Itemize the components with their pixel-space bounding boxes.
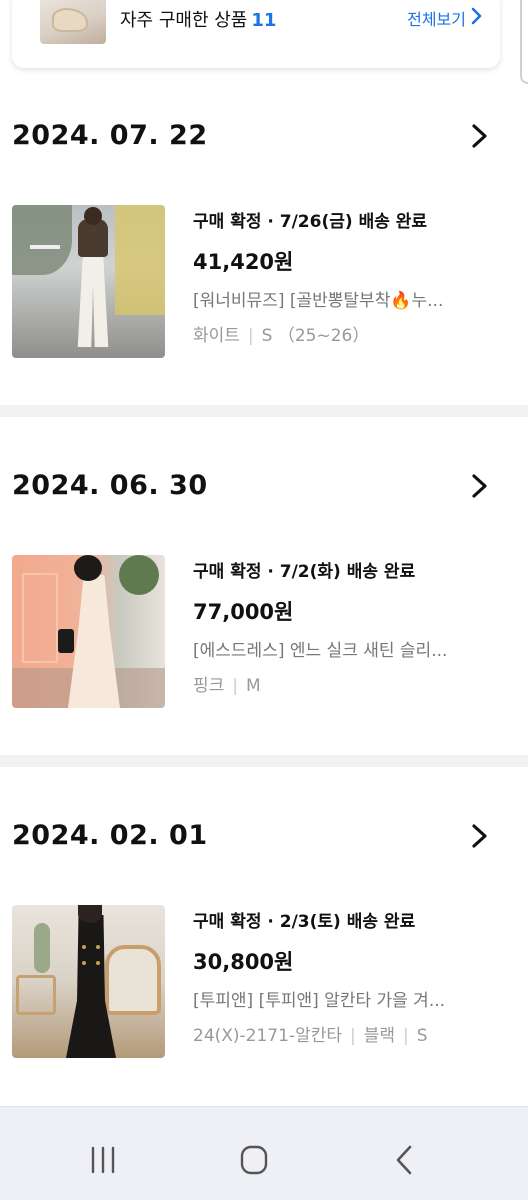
order-price: 77,000원 bbox=[193, 600, 294, 624]
section-divider bbox=[0, 405, 528, 417]
product-options: 화이트 | S （25~26） bbox=[193, 326, 370, 346]
chevron-right-icon[interactable] bbox=[470, 472, 490, 500]
order-date: 2024. 07. 22 bbox=[12, 120, 208, 151]
order-group: 2024. 07. 22 구매 확정 · 7/26(금) 배송 완료 41,42… bbox=[0, 84, 528, 404]
chevron-right-icon[interactable] bbox=[470, 822, 490, 850]
order-status: 구매 확정 · 2/3(토) 배송 완료 bbox=[193, 912, 416, 932]
order-status: 구매 확정 · 7/2(화) 배송 완료 bbox=[193, 562, 416, 582]
section-divider bbox=[0, 755, 528, 767]
frequent-products-count: 11 bbox=[251, 10, 277, 31]
product-image[interactable] bbox=[12, 905, 165, 1058]
order-price: 41,420원 bbox=[193, 250, 294, 274]
system-navigation-bar bbox=[0, 1106, 528, 1200]
order-date: 2024. 02. 01 bbox=[12, 820, 208, 851]
order-date: 2024. 06. 30 bbox=[12, 470, 208, 501]
order-info[interactable]: 구매 확정 · 7/2(화) 배송 완료 77,000원 [에스드레스] 엔느 … bbox=[193, 557, 493, 696]
order-group: 2024. 06. 30 구매 확정 · 7/2(화) 배송 완료 77,000… bbox=[0, 417, 528, 753]
product-options: 24(X)-2171-알칸타 | 블랙 | S bbox=[193, 1026, 428, 1046]
product-options: 핑크 | M bbox=[193, 676, 261, 696]
recent-apps-icon[interactable] bbox=[83, 1143, 123, 1177]
product-image[interactable] bbox=[12, 555, 165, 708]
frequent-product-thumbnail bbox=[40, 0, 106, 44]
view-all-link[interactable]: 전체보기 bbox=[407, 6, 466, 30]
order-price: 30,800원 bbox=[193, 950, 294, 974]
chevron-right-icon[interactable] bbox=[470, 6, 484, 26]
home-icon[interactable] bbox=[234, 1143, 274, 1177]
order-info[interactable]: 구매 확정 · 7/26(금) 배송 완료 41,420원 [워너비뮤즈] [골… bbox=[193, 207, 493, 346]
product-image[interactable] bbox=[12, 205, 165, 358]
product-name: [워너비뮤즈] [골반뽕탈부착🔥누... bbox=[193, 291, 444, 311]
product-name: [에스드레스] 엔느 실크 새틴 슬리... bbox=[193, 641, 448, 661]
order-status: 구매 확정 · 7/26(금) 배송 완료 bbox=[193, 212, 428, 232]
product-name: [투피앤] [투피앤] 알칸타 가을 겨... bbox=[193, 991, 446, 1011]
frequent-products-card[interactable]: 자주 구매한 상품 11 전체보기 bbox=[12, 0, 500, 68]
chevron-right-icon[interactable] bbox=[470, 122, 490, 150]
back-icon[interactable] bbox=[386, 1143, 426, 1177]
order-group: 2024. 02. 01 구매 확정 · 2/3(토) 배송 완료 30,800… bbox=[0, 767, 528, 1106]
order-info[interactable]: 구매 확정 · 2/3(토) 배송 완료 30,800원 [투피앤] [투피앤]… bbox=[193, 907, 493, 1046]
frequent-products-label: 자주 구매한 상품 11 bbox=[120, 10, 277, 31]
scroll-indicator bbox=[520, 0, 528, 84]
